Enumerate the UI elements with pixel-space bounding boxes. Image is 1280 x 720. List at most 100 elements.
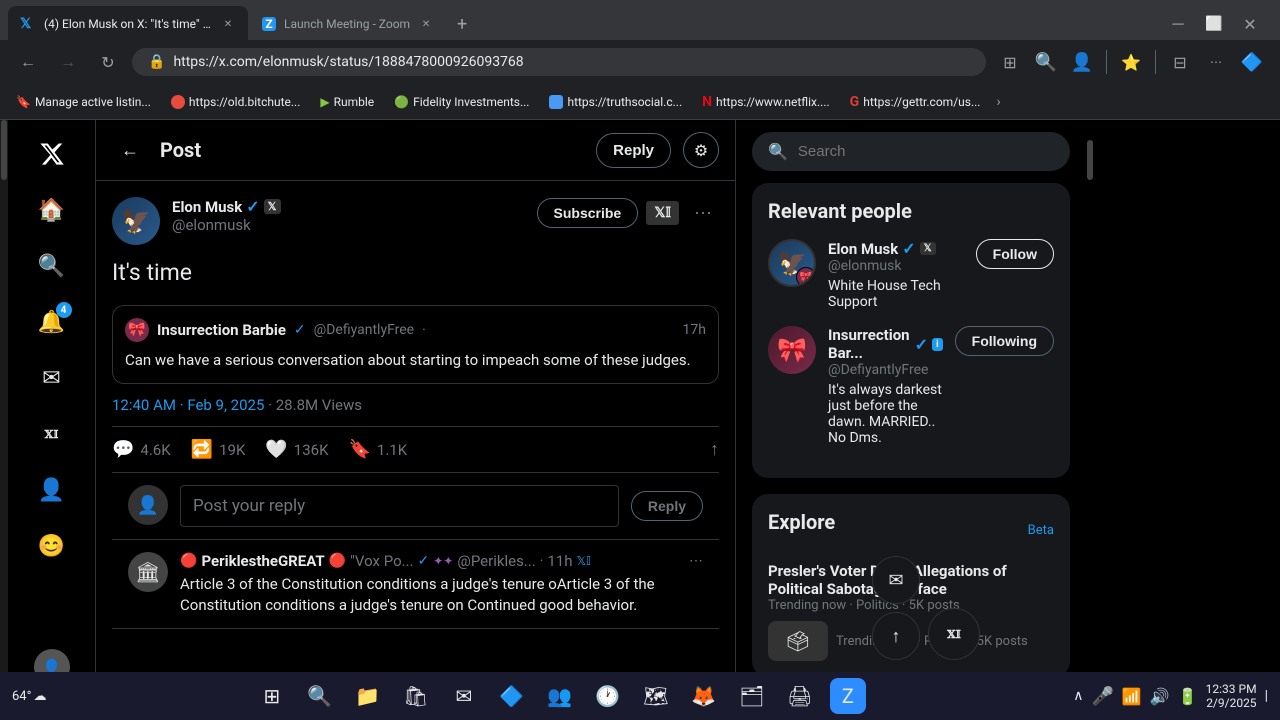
bookmark-netflix[interactable]: N https://www.netflix.... (694, 90, 838, 114)
replies-stat[interactable]: 💬 4.6K (112, 439, 171, 460)
quoted-verified-icon: ✓ (294, 322, 306, 338)
tab-1[interactable]: 𝕏 (4) Elon Musk on X: "It's time" / X ✕ (8, 6, 248, 42)
browser-search-button[interactable]: 🔍 (1030, 46, 1062, 78)
insurrection-following-button[interactable]: Following (955, 326, 1054, 356)
bookmark-truthsocial[interactable]: https://truthsocial.c... (541, 91, 690, 113)
bookmark-gettr[interactable]: G https://gettr.com/us... (842, 90, 989, 114)
person-avatar-insurrection[interactable]: 🎀 (768, 326, 816, 374)
quoted-tweet[interactable]: 🎀 Insurrection Barbie ✓ @DefiyantlyFree … (112, 305, 719, 384)
sidebar-item-notifications[interactable]: 🔔 4 (26, 296, 78, 348)
search-icon: 🔍 (38, 254, 65, 279)
tab-2-close[interactable]: ✕ (418, 16, 434, 32)
tab-2[interactable]: Z Launch Meeting - Zoom ✕ (250, 6, 446, 42)
taskbar-mail[interactable]: ✉ (446, 678, 482, 714)
minimize-button[interactable]: ─ (1164, 10, 1192, 38)
replies-count: 4.6K (140, 441, 170, 459)
beta-badge: Beta (1028, 523, 1054, 538)
maximize-button[interactable]: ⬜ (1200, 10, 1228, 38)
new-tab-button[interactable]: + (448, 10, 476, 38)
sidebar-item-more[interactable]: 😊 (26, 520, 78, 572)
reply-submit-button[interactable]: Reply (631, 491, 703, 521)
float-up-button[interactable]: ↑ (872, 612, 920, 660)
grok-float-button[interactable]: 𝕏𝕀 (928, 608, 980, 660)
star-button[interactable]: ⭐ (1115, 46, 1147, 78)
bookmarks-more[interactable]: › (992, 90, 1004, 114)
sidebar-item-profile[interactable]: 👤 (26, 464, 78, 516)
taskbar-clock-app[interactable]: 🕐 (590, 678, 626, 714)
float-message-button[interactable]: ✉ (872, 556, 920, 604)
sidebar-toggle-button[interactable]: ⊟ (1164, 46, 1196, 78)
more-options-button[interactable]: ⋯ (687, 197, 719, 229)
bookmarks-count: 1.1K (377, 441, 407, 459)
taskbar-search[interactable]: 🔍 (302, 678, 338, 714)
main-content: ← Post Reply ⚙ 🦅 Elon Musk ✓ 𝕏 (96, 120, 736, 720)
taskbar-mic-icon[interactable]: 🎤 (1091, 686, 1113, 707)
taskbar-edge[interactable]: 🔷 (494, 678, 530, 714)
close-button[interactable]: ✕ (1236, 10, 1264, 38)
back-nav-button[interactable]: ← (12, 46, 44, 78)
taskbar-zoom[interactable]: Z (830, 678, 866, 714)
taskbar-datetime[interactable]: 12:33 PM 2/9/2025 (1206, 682, 1257, 710)
forward-nav-button[interactable]: → (52, 46, 84, 78)
reply-header-button[interactable]: Reply (596, 133, 671, 168)
bookmark-rumble[interactable]: ▶ Rumble (312, 91, 382, 113)
extensions-button[interactable]: ⊞ (994, 46, 1026, 78)
taskbar-teams[interactable]: 👥 (542, 678, 578, 714)
taskbar-files[interactable]: 🗂 (734, 678, 770, 714)
bookmark-bitchute[interactable]: https://old.bitchute... (163, 91, 308, 113)
bookmark-rumble-favicon: ▶ (320, 95, 329, 109)
taskbar-show-desktop[interactable]: | (1265, 688, 1268, 704)
edge-button[interactable]: 🔷 (1236, 46, 1268, 78)
likes-stat[interactable]: 🤍 136K (265, 439, 328, 460)
more-nav-button[interactable]: ⋯ (1200, 46, 1232, 78)
back-button[interactable]: ← (112, 132, 148, 168)
address-bar[interactable]: 🔒 https://x.com/elonmusk/status/18884780… (132, 48, 986, 76)
post-settings-button[interactable]: ⚙ (683, 132, 719, 168)
sidebar-logo[interactable] (26, 128, 78, 180)
taskbar-hp[interactable]: 🖨 (782, 678, 818, 714)
sidebar-item-home[interactable]: 🏠 (26, 184, 78, 236)
taskbar-wifi-icon[interactable]: 📶 (1122, 687, 1142, 706)
comment-header: 🔴 PeriklestheGREAT 🔴 "Vox Po... ✓ ✦✦ @Pe… (180, 552, 703, 570)
tweet-actions: Subscribe 𝕏𝕀 ⋯ (537, 197, 719, 229)
reply-input[interactable]: Post your reply (180, 485, 619, 527)
subscribe-button[interactable]: Subscribe (537, 198, 639, 228)
elon-follow-button[interactable]: Follow (976, 239, 1054, 269)
sidebar-item-grok[interactable]: 𝕏𝕀 (26, 408, 78, 460)
tab-1-close[interactable]: ✕ (220, 16, 236, 32)
person-avatar-elon[interactable]: 🦅 🎀 (768, 239, 816, 287)
share-stat[interactable]: ↑ (710, 439, 719, 460)
sidebar-item-messages[interactable]: ✉ (26, 352, 78, 404)
bookmark-fidelity[interactable]: 🟢 Fidelity Investments... (386, 91, 537, 113)
taskbar-start[interactable]: ⊞ (254, 678, 290, 714)
bookmark-listings-label: Manage active listin... (35, 95, 151, 109)
taskbar-store[interactable]: 🛍 (398, 678, 434, 714)
sidebar-item-search[interactable]: 🔍 (26, 240, 78, 292)
taskbar-battery-icon[interactable]: 🔋 (1178, 687, 1198, 706)
search-input[interactable] (798, 143, 1054, 160)
taskbar-sound-icon[interactable]: 🔊 (1150, 687, 1170, 706)
bookmark-listings[interactable]: 🔖 Manage active listin... (8, 91, 159, 113)
insurrection-name-text: Insurrection Bar... (828, 326, 911, 362)
taskbar-file-explorer[interactable]: 📁 (350, 678, 386, 714)
bookmarks-stat[interactable]: 🔖 1.1K (348, 439, 407, 460)
insurrection-verified-icon: ✓ (915, 335, 928, 354)
comment-more-button[interactable]: ⋯ (689, 553, 703, 569)
taskbar-maps[interactable]: 🗺 (638, 678, 674, 714)
more-icon: 😊 (38, 534, 65, 559)
retweets-stat[interactable]: 🔁 19K (191, 439, 246, 460)
refresh-button[interactable]: ↻ (92, 46, 124, 78)
tweet-views: 28.8M Views (276, 396, 362, 414)
replies-icon: 💬 (112, 439, 134, 460)
right-scrollbar[interactable] (1086, 120, 1094, 720)
search-box-icon: 🔍 (768, 142, 788, 161)
elon-bio: White House Tech Support (828, 278, 964, 310)
star-cluster-icon: ✦✦ (433, 554, 453, 568)
tweet-meta: 12:40 AM · Feb 9, 2025 · 28.8M Views (112, 396, 719, 414)
taskbar-chevron-up[interactable]: ∧ (1073, 688, 1083, 704)
author-avatar[interactable]: 🦅 (112, 197, 160, 245)
user-profile-button[interactable]: 👤 (1066, 46, 1098, 78)
search-box[interactable]: 🔍 (752, 132, 1070, 171)
weather-display[interactable]: 64° ☁ (12, 689, 46, 704)
taskbar-firefox[interactable]: 🦊 (686, 678, 722, 714)
